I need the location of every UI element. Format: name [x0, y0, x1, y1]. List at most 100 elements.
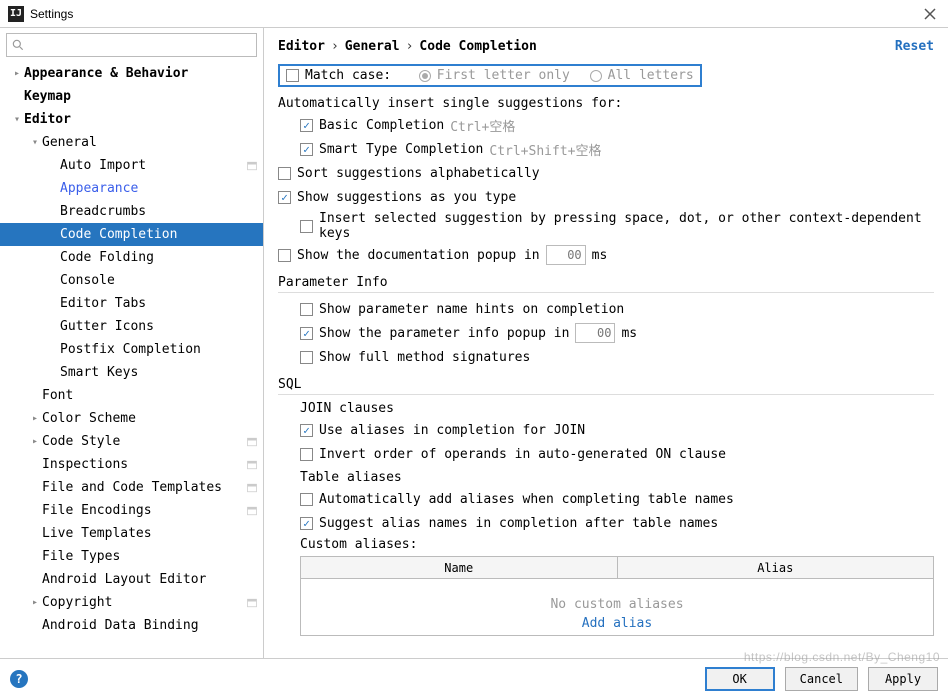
tree-item[interactable]: Appearance & Behavior — [0, 62, 263, 85]
tree-item[interactable]: File and Code Templates — [0, 476, 263, 499]
tree-item-label: Keymap — [24, 89, 263, 104]
tree-item-label: Appearance — [60, 181, 263, 196]
help-icon[interactable]: ? — [10, 670, 28, 688]
all-letters-label: All letters — [608, 68, 694, 83]
first-letter-radio[interactable] — [419, 70, 431, 82]
sort-alpha-label: Sort suggestions alphabetically — [297, 166, 540, 181]
all-letters-radio[interactable] — [590, 70, 602, 82]
tree-arrow-icon[interactable] — [28, 137, 42, 148]
search-input[interactable] — [6, 33, 257, 57]
basic-completion-label: Basic Completion — [319, 118, 444, 133]
footer: ? OK Cancel Apply — [0, 658, 948, 698]
tree-item-label: Auto Import — [60, 158, 245, 173]
tree-item-label: Editor — [24, 112, 263, 127]
tree-item[interactable]: Auto Import — [0, 154, 263, 177]
tree-arrow-icon[interactable] — [28, 597, 42, 608]
tree-arrow-icon[interactable] — [28, 413, 42, 424]
use-aliases-join-label: Use aliases in completion for JOIN — [319, 423, 585, 438]
param-info-section: Parameter Info — [278, 275, 934, 293]
tree-item[interactable]: Code Style — [0, 430, 263, 453]
tree-item[interactable]: Copyright — [0, 591, 263, 614]
smart-completion-label: Smart Type Completion — [319, 142, 483, 157]
insert-selected-checkbox[interactable] — [300, 220, 313, 233]
tree-item[interactable]: Editor Tabs — [0, 292, 263, 315]
sort-alpha-checkbox[interactable] — [278, 167, 291, 180]
invert-operands-checkbox[interactable] — [300, 448, 313, 461]
invert-operands-label: Invert order of operands in auto-generat… — [319, 447, 726, 462]
suggest-alias-checkbox[interactable] — [300, 517, 313, 530]
tree-item[interactable]: File Encodings — [0, 499, 263, 522]
tree-item-label: Appearance & Behavior — [24, 66, 263, 81]
project-scope-icon — [245, 458, 259, 472]
project-scope-icon — [245, 596, 259, 610]
tree-item-label: File and Code Templates — [42, 480, 245, 495]
show-doc-pre: Show the documentation popup in — [297, 248, 540, 263]
smart-shortcut: Ctrl+Shift+空格 — [489, 140, 601, 159]
auto-add-aliases-checkbox[interactable] — [300, 493, 313, 506]
tree-item[interactable]: Android Layout Editor — [0, 568, 263, 591]
param-delay-input[interactable] — [575, 323, 615, 343]
tree-item-label: Font — [42, 388, 263, 403]
tree-item-label: Live Templates — [42, 526, 263, 541]
ok-button[interactable]: OK — [705, 667, 775, 691]
tree-item[interactable]: Live Templates — [0, 522, 263, 545]
basic-completion-checkbox[interactable] — [300, 119, 313, 132]
param-popup-pre: Show the parameter info popup in — [319, 326, 569, 341]
tree-item[interactable]: Smart Keys — [0, 361, 263, 384]
cancel-button[interactable]: Cancel — [785, 667, 858, 691]
tree-arrow-icon[interactable] — [10, 68, 24, 79]
auto-add-aliases-label: Automatically add aliases when completin… — [319, 492, 734, 507]
app-icon: IJ — [8, 6, 24, 22]
col-alias: Alias — [617, 557, 934, 579]
tree-item[interactable]: Breadcrumbs — [0, 200, 263, 223]
param-popup-checkbox[interactable] — [300, 327, 313, 340]
sidebar: Appearance & Behavior Keymap Editor General… — [0, 28, 264, 658]
param-hints-checkbox[interactable] — [300, 303, 313, 316]
close-icon[interactable] — [920, 4, 940, 24]
tree-item[interactable]: Console — [0, 269, 263, 292]
apply-button[interactable]: Apply — [868, 667, 938, 691]
show-doc-checkbox[interactable] — [278, 249, 291, 262]
tree-item-label: Breadcrumbs — [60, 204, 263, 219]
smart-completion-checkbox[interactable] — [300, 143, 313, 156]
project-scope-icon — [245, 435, 259, 449]
tree-item[interactable]: Code Folding — [0, 246, 263, 269]
tree-item[interactable]: Keymap — [0, 85, 263, 108]
use-aliases-join-checkbox[interactable] — [300, 424, 313, 437]
tree-item-label: File Encodings — [42, 503, 245, 518]
tree-item-label: General — [42, 135, 263, 150]
tree-item[interactable]: General — [0, 131, 263, 154]
tree-item[interactable]: Code Completion — [0, 223, 263, 246]
tree-item[interactable]: Inspections — [0, 453, 263, 476]
tree-item-label: Smart Keys — [60, 365, 263, 380]
tree-item[interactable]: Gutter Icons — [0, 315, 263, 338]
window-title: Settings — [30, 7, 73, 21]
full-sig-checkbox[interactable] — [300, 351, 313, 364]
tree-item-label: Color Scheme — [42, 411, 263, 426]
watermark: https://blog.csdn.net/By_Cheng10 — [744, 650, 940, 664]
tree-item[interactable]: Postfix Completion — [0, 338, 263, 361]
tree-arrow-icon[interactable] — [10, 114, 24, 125]
add-alias-link[interactable]: Add alias — [301, 616, 933, 631]
reset-link[interactable]: Reset — [895, 39, 934, 54]
settings-tree: Appearance & Behavior Keymap Editor General… — [0, 62, 263, 658]
doc-delay-input[interactable] — [546, 245, 586, 265]
tree-item[interactable]: Android Data Binding — [0, 614, 263, 637]
match-case-checkbox[interactable] — [286, 69, 299, 82]
tree-item[interactable]: Appearance — [0, 177, 263, 200]
show-as-type-checkbox[interactable] — [278, 191, 291, 204]
tree-item-label: Inspections — [42, 457, 245, 472]
join-subsection: JOIN clauses — [300, 401, 934, 416]
sql-section: SQL — [278, 377, 934, 395]
tree-item[interactable]: Color Scheme — [0, 407, 263, 430]
chevron-right-icon: › — [406, 39, 414, 54]
auto-insert-label: Automatically insert single suggestions … — [278, 96, 934, 111]
param-hints-label: Show parameter name hints on completion — [319, 302, 624, 317]
tree-item-label: Android Layout Editor — [42, 572, 263, 587]
tree-item[interactable]: Font — [0, 384, 263, 407]
tree-item[interactable]: Editor — [0, 108, 263, 131]
titlebar: IJ Settings — [0, 0, 948, 28]
tree-item[interactable]: File Types — [0, 545, 263, 568]
tree-arrow-icon[interactable] — [28, 436, 42, 447]
tree-item-label: Code Style — [42, 434, 245, 449]
